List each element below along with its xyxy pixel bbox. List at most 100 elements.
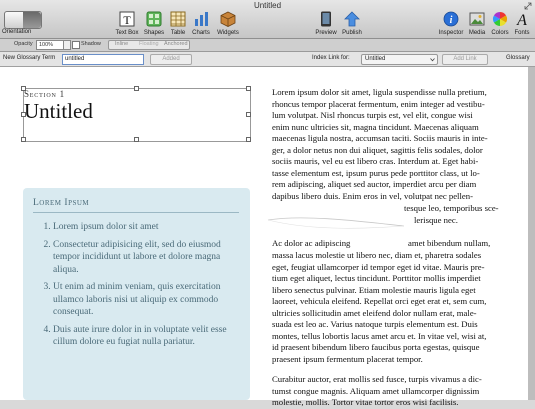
orientation-label: Orientation (2, 29, 32, 35)
sidebar-list-item: Lorem ipsum dolor sit amet (53, 221, 243, 234)
sidebar-list-item: Ut enim ad minim veniam, quis exercitati… (53, 281, 243, 319)
glossary-bar: New Glossary Term untitled Added Index L… (0, 52, 535, 67)
document-page[interactable]: Section 1 Untitled Lorem Ipsum Lorem ips… (0, 67, 528, 407)
shadow-checkbox[interactable] (72, 41, 80, 49)
window-title: Untitled (253, 1, 282, 10)
shadow-label: Shadow (81, 41, 101, 47)
index-link-select[interactable]: Untitled (361, 54, 438, 65)
body-line: dapibus libero duis. Enim eros in vel, v… (272, 190, 473, 201)
sidebar-text-box[interactable]: Lorem Ipsum Lorem ipsum dolor sit amet C… (23, 188, 250, 400)
device-preview-icon (321, 11, 331, 27)
added-button[interactable]: Added (150, 54, 192, 65)
text-wrap-boundary (267, 217, 405, 229)
body-line: ger, a dolor netus non dui aliquet, sagi… (272, 144, 483, 155)
floating-option[interactable]: Floating (139, 41, 159, 47)
sidebar-list: Lorem ipsum dolor sit amet Consectetur a… (31, 221, 243, 354)
body-line: lerisque nec. (414, 214, 458, 225)
table-label: Table (170, 30, 186, 36)
vertical-scrollbar[interactable] (528, 67, 535, 400)
opacity-stepper[interactable] (63, 40, 71, 50)
resize-handle[interactable] (246, 137, 251, 142)
fullscreen-icon[interactable] (524, 2, 532, 10)
body-line: tasse elementum est, ipsum purus pede po… (272, 167, 480, 178)
svg-text:i: i (450, 15, 453, 26)
wrap-mode-control[interactable]: Inline Floating Anchored (108, 40, 190, 50)
body-line: eget, feugiat ullamcorper id tempor eget… (272, 261, 485, 272)
section-label: Section 1 (24, 89, 65, 99)
media-label: Media (468, 30, 486, 36)
document-title: Untitled (24, 99, 93, 123)
resize-handle[interactable] (134, 137, 139, 142)
body-line: Lorem ipsum dolor sit amet, ligula suspe… (272, 87, 487, 97)
opacity-value: 100% (39, 42, 54, 48)
resize-handle[interactable] (134, 86, 139, 91)
add-link-button[interactable]: Add Link (442, 54, 488, 65)
add-link-button-label: Add Link (453, 56, 477, 62)
landscape-option[interactable] (23, 12, 41, 28)
body-line: suada est leo ac. Varius natoque turpis … (272, 319, 478, 329)
body-line: maecenas ligula nostra, accumsan taciti.… (272, 133, 488, 143)
anchored-option[interactable]: Anchored (164, 41, 188, 47)
resize-handle[interactable] (246, 86, 251, 91)
opacity-field[interactable]: 100% (36, 40, 64, 50)
publish-button[interactable]: Publish (339, 11, 365, 36)
format-bar: Opacity 100% Shadow Inline Floating Anch… (0, 39, 535, 52)
body-line: tesque leo, temporibus sce- (404, 203, 499, 213)
inspector-button[interactable]: i Inspector (436, 11, 466, 36)
preview-label: Preview (315, 30, 337, 36)
sidebar-divider (33, 212, 239, 213)
glossary-term-value: untitled (65, 56, 85, 62)
charts-button[interactable]: Charts (190, 11, 212, 36)
text-box-button[interactable]: T Text Box (112, 11, 142, 36)
table-icon (170, 11, 186, 27)
info-icon: i (443, 11, 459, 27)
charts-icon (195, 12, 208, 26)
chevron-down-icon (430, 58, 435, 62)
sidebar-list-item: Consectetur adipisicing elit, sed do eiu… (53, 239, 243, 277)
body-paragraph-2-first-left: Ac dolor ac adipiscing (272, 238, 351, 248)
opacity-label: Opacity (14, 41, 33, 47)
inspector-label: Inspector (438, 30, 464, 36)
body-line: enim nunc ultricies sit, magna tincidunt… (272, 121, 479, 132)
body-line: id praesent bibendum libero faucibus por… (272, 342, 480, 352)
colors-label: Colors (491, 30, 509, 36)
inline-option[interactable]: Inline (115, 41, 128, 47)
body-line: rhoncus tempor placerat fermentum, enim … (272, 98, 485, 109)
new-glossary-term-label: New Glossary Term (3, 55, 56, 61)
color-wheel-icon (493, 12, 507, 26)
orientation-toggle[interactable] (4, 11, 42, 29)
colors-button[interactable]: Colors (489, 11, 511, 36)
widgets-label: Widgets (217, 30, 239, 36)
title-text-box[interactable]: Section 1 Untitled (21, 86, 251, 142)
svg-text:T: T (123, 13, 131, 27)
shapes-icon (146, 11, 162, 27)
shapes-button[interactable]: Shapes (142, 11, 166, 36)
widgets-button[interactable]: Widgets (214, 11, 242, 36)
sidebar-heading: Lorem Ipsum (33, 198, 90, 208)
shapes-label: Shapes (143, 30, 165, 36)
index-link-value: Untitled (365, 56, 386, 62)
resize-handle[interactable] (21, 137, 26, 142)
body-line: tumst congue magnis. Aliquam amet ullamc… (272, 385, 480, 396)
fonts-icon: A (516, 12, 527, 29)
media-button[interactable]: Media (466, 11, 488, 36)
document-canvas[interactable]: Section 1 Untitled Lorem Ipsum Lorem ips… (0, 67, 535, 407)
added-button-label: Added (162, 56, 180, 62)
media-icon (469, 12, 485, 26)
preview-button[interactable]: Preview (313, 11, 339, 36)
table-button[interactable]: Table (167, 11, 189, 36)
portrait-option[interactable] (5, 12, 23, 28)
glossary-label[interactable]: Glossary (506, 55, 530, 61)
glossary-term-input[interactable]: untitled (62, 54, 144, 65)
body-line: praesent ipsum fermentum placerat tempor… (272, 353, 423, 364)
fonts-button[interactable]: A Fonts (511, 11, 533, 36)
body-paragraph-2-first-right: amet bibendum nullam, (408, 238, 491, 248)
fonts-label: Fonts (514, 30, 530, 36)
charts-label: Charts (192, 30, 210, 36)
resize-handle[interactable] (246, 112, 251, 117)
body-line: molestie, mollis. Tortor vitae tortor er… (272, 397, 459, 407)
sidebar-list-item: Duis aute irure dolor in in voluptate ve… (53, 324, 243, 349)
text-box-label: Text Box (115, 30, 139, 36)
body-paragraph-2: massa lacus molestie ut libero nec, diam… (272, 250, 502, 365)
publish-label: Publish (342, 30, 362, 36)
